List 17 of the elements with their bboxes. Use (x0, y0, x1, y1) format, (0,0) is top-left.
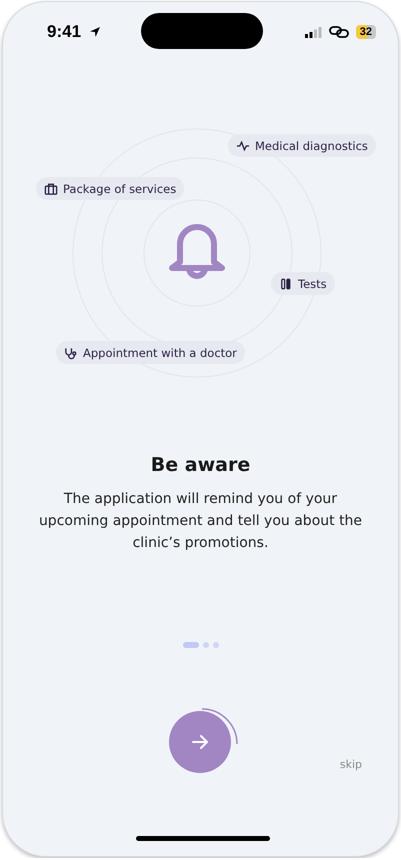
signal-icon (304, 26, 322, 38)
test-tubes-icon (279, 276, 293, 290)
briefcase-icon (44, 182, 58, 196)
screen-description: The application will remind you of your upcoming appointment and tell you about the clinic’s promotions. (38, 490, 364, 553)
tag-label: Medical diagnostics (255, 138, 368, 152)
tag-label: Tests (298, 276, 327, 290)
screen-title: Be aware (150, 454, 250, 476)
tag-label: Package of services (63, 182, 176, 196)
arrow-right-icon (190, 734, 208, 750)
tag-label: Appointment with a doctor (83, 346, 237, 360)
stethoscope-icon (64, 346, 78, 360)
status-time: 9:41 (47, 22, 82, 42)
pulse-icon (236, 138, 250, 152)
link-icon (328, 26, 349, 38)
skip-link[interactable]: skip (340, 758, 362, 771)
battery-indicator: 32 (356, 25, 376, 39)
location-icon (89, 26, 101, 38)
